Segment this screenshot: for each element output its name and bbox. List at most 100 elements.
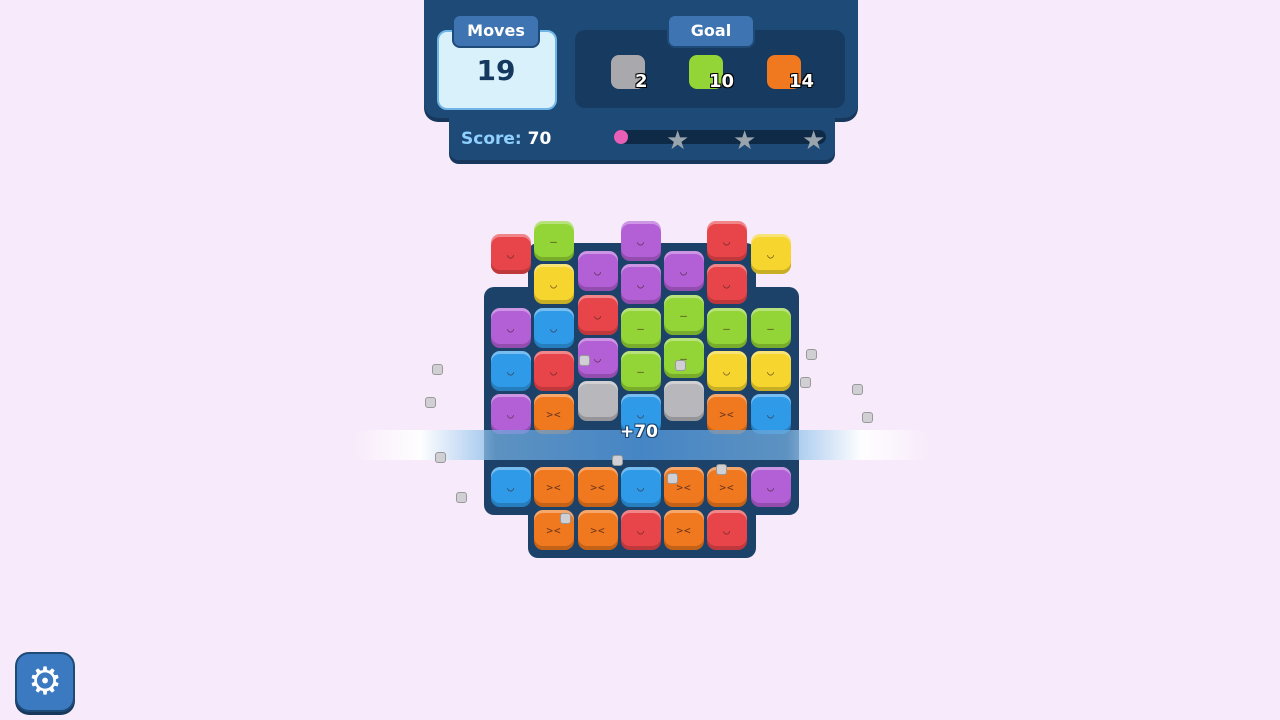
block-face-icon: ◡	[637, 235, 645, 248]
debris-particle	[435, 452, 446, 463]
red-block[interactable]: ◡	[621, 510, 661, 550]
block-face-icon: ><	[590, 524, 606, 537]
red-block[interactable]: ◡	[707, 221, 747, 261]
orange-block[interactable]: ><	[534, 467, 574, 507]
orange-block[interactable]: ><	[707, 467, 747, 507]
block-face-icon: ><	[719, 408, 735, 421]
debris-particle	[560, 513, 571, 524]
block-face-icon: ><	[719, 481, 735, 494]
red-block[interactable]: ◡	[534, 351, 574, 391]
block-face-icon: ◡	[637, 481, 645, 494]
block-face-icon: ◡	[680, 265, 688, 278]
block-face-icon: –	[767, 322, 775, 335]
debris-particle	[456, 492, 467, 503]
green-block[interactable]: –	[621, 351, 661, 391]
debris-particle	[612, 455, 623, 466]
green-block[interactable]: –	[664, 295, 704, 335]
purple-block[interactable]: ◡	[664, 251, 704, 291]
score-value: 70	[527, 129, 552, 149]
block-face-icon: ><	[676, 524, 692, 537]
moves-label: Moves	[452, 14, 540, 48]
debris-particle	[806, 349, 817, 360]
orange-block[interactable]: ><	[534, 394, 574, 434]
debris-particle	[432, 364, 443, 375]
debris-particle	[675, 360, 686, 371]
star-2-icon: ★	[733, 126, 757, 156]
green-block[interactable]: –	[534, 221, 574, 261]
blue-block[interactable]: ◡	[534, 308, 574, 348]
block-face-icon: ◡	[550, 365, 558, 378]
block-face-icon: ◡	[767, 365, 775, 378]
stone-block[interactable]	[664, 381, 704, 421]
orange-block[interactable]: ><	[664, 510, 704, 550]
blue-block[interactable]: ◡	[621, 467, 661, 507]
green-block[interactable]: –	[751, 308, 791, 348]
block-face-icon: ◡	[723, 278, 731, 291]
purple-block[interactable]: ◡	[578, 251, 618, 291]
score-progress-track	[614, 130, 826, 144]
blue-block[interactable]: ◡	[491, 467, 531, 507]
gear-icon: ⚙	[27, 659, 63, 703]
purple-block[interactable]: ◡	[491, 308, 531, 348]
block-face-icon: –	[723, 322, 731, 335]
block-face-icon: ◡	[550, 278, 558, 291]
score-label: Score:	[461, 129, 522, 149]
block-face-icon: ◡	[637, 408, 645, 421]
debris-particle	[852, 384, 863, 395]
red-block[interactable]: ◡	[707, 264, 747, 304]
goal-orange-count: 14	[789, 71, 815, 92]
block-face-icon: ><	[546, 408, 562, 421]
moves-counter: 19	[476, 54, 516, 87]
purple-block[interactable]: ◡	[751, 467, 791, 507]
green-block[interactable]: –	[621, 308, 661, 348]
red-block[interactable]: ◡	[578, 295, 618, 335]
block-face-icon: ><	[590, 481, 606, 494]
red-block[interactable]: ◡	[491, 234, 531, 274]
blue-block[interactable]: ◡	[751, 394, 791, 434]
purple-block[interactable]: ◡	[491, 394, 531, 434]
block-face-icon: ◡	[637, 278, 645, 291]
score-display: Score: 70	[461, 129, 551, 149]
block-face-icon: ◡	[507, 248, 515, 261]
star-1-icon: ★	[666, 126, 690, 156]
blue-block[interactable]: ◡	[491, 351, 531, 391]
green-block[interactable]: –	[664, 338, 704, 378]
purple-block[interactable]: ◡	[621, 221, 661, 261]
green-block[interactable]: –	[707, 308, 747, 348]
block-face-icon: ◡	[507, 322, 515, 335]
yellow-block[interactable]: ◡	[534, 264, 574, 304]
debris-particle	[862, 412, 873, 423]
block-face-icon: ◡	[507, 408, 515, 421]
debris-particle	[579, 355, 590, 366]
orange-block[interactable]: ><	[578, 467, 618, 507]
settings-button[interactable]: ⚙	[15, 652, 75, 712]
goal-green: 10	[689, 55, 749, 95]
star-3-icon: ★	[802, 126, 826, 156]
goal-green-count: 10	[709, 71, 735, 92]
yellow-block[interactable]: ◡	[707, 351, 747, 391]
orange-block[interactable]: ><	[578, 510, 618, 550]
yellow-block[interactable]: ◡	[751, 234, 791, 274]
purple-block[interactable]: ◡	[621, 264, 661, 304]
block-face-icon: –	[680, 309, 688, 322]
score-popup: +70	[620, 422, 658, 442]
block-face-icon: –	[550, 235, 558, 248]
block-face-icon: ◡	[767, 408, 775, 421]
block-face-icon: ◡	[723, 524, 731, 537]
goal-label: Goal	[667, 14, 755, 48]
block-face-icon: –	[637, 322, 645, 335]
score-progress-fill	[614, 130, 628, 144]
block-face-icon: –	[637, 365, 645, 378]
yellow-block[interactable]: ◡	[751, 351, 791, 391]
block-face-icon: ◡	[767, 248, 775, 261]
orange-block[interactable]: ><	[707, 394, 747, 434]
block-face-icon: ◡	[507, 365, 515, 378]
stone-block[interactable]	[578, 381, 618, 421]
block-face-icon: ◡	[550, 322, 558, 335]
debris-particle	[667, 473, 678, 484]
debris-particle	[425, 397, 436, 408]
goal-orange: 14	[767, 55, 827, 95]
block-face-icon: ◡	[594, 309, 602, 322]
red-block[interactable]: ◡	[707, 510, 747, 550]
block-face-icon: ◡	[507, 481, 515, 494]
